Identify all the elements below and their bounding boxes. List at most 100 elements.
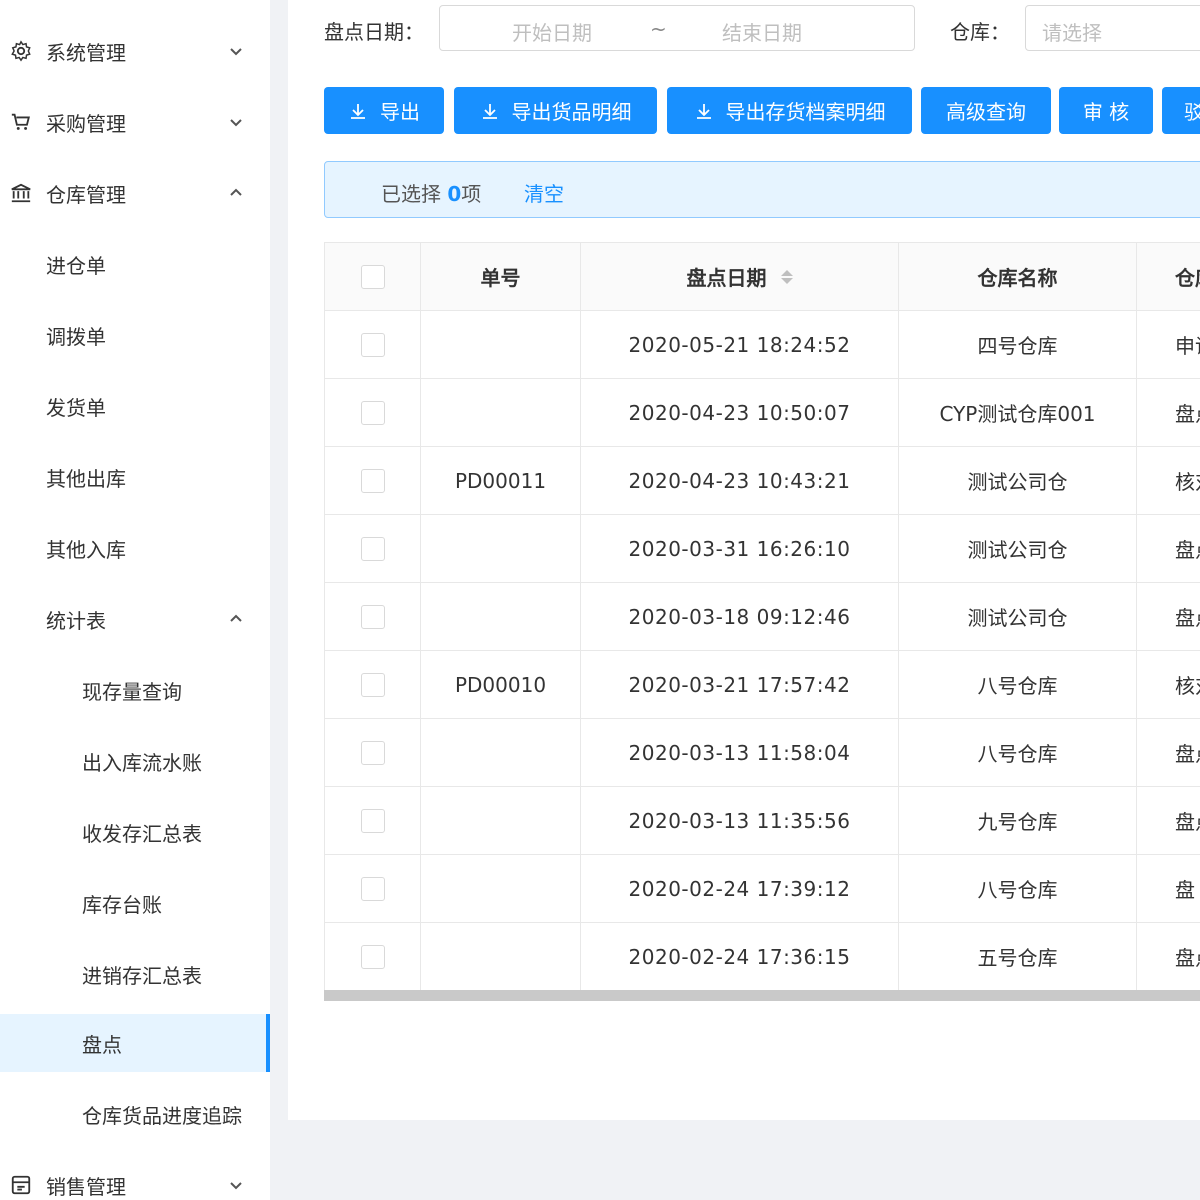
row-select-cell [325,583,421,650]
sidebar-item-inout-ledger[interactable]: 出入库流水账 [0,732,270,790]
warehouse-filter-label: 仓库： [950,20,1010,44]
row-checkbox[interactable] [360,332,385,357]
row-select-cell [325,379,421,446]
sidebar-item-label: 进销存汇总表 [82,963,202,988]
stocktake-date-cell: 2020-03-31 16:26:10 [581,515,899,582]
export-button[interactable]: 导出 [324,87,444,134]
select-all-checkbox[interactable] [360,264,385,289]
row-checkbox[interactable] [360,400,385,425]
row-checkbox[interactable] [360,536,385,561]
sidebar-item-other-inbound[interactable]: 其他入库 [0,519,270,577]
table-row[interactable]: 2020-03-13 11:58:04八号仓库 盘点 [325,719,1200,787]
selection-count: 0 [447,182,462,206]
sidebar-item-current-stock-query[interactable]: 现存量查询 [0,661,270,719]
sidebar-item-transfer-order[interactable]: 调拨单 [0,306,270,364]
row-select-cell [325,719,421,786]
row-select-cell [325,311,421,378]
warehouse-name-cell: 测试公司仓 [899,515,1137,582]
table-row[interactable]: PD000112020-04-23 10:43:21测试公司仓 核对 [325,447,1200,515]
sidebar-item-label: 仓库管理 [46,182,126,207]
advanced-query-button[interactable]: 高级查询 [921,87,1051,134]
table-row[interactable]: 2020-03-31 16:26:10测试公司仓 盘点 [325,515,1200,583]
layout-gutter [270,0,288,1200]
stocktake-date-cell: 2020-05-21 18:24:52 [581,311,899,378]
sidebar-item-inbound-order[interactable]: 进仓单 [0,235,270,293]
sidebar-item-label: 系统管理 [46,40,126,65]
chevron-down-icon [230,48,242,56]
row-select-cell [325,651,421,718]
sidebar-item-other-outbound[interactable]: 其他出库 [0,448,270,506]
order-no-cell [421,719,581,786]
order-no-cell [421,515,581,582]
warehouse-name-cell: 五号仓库 [899,923,1137,990]
export-goods-detail-label: 导出货品明细 [511,100,632,124]
sidebar-item-warehouse-goods-progress[interactable]: 仓库货品进度追踪 [0,1085,270,1143]
sidebar-item-label: 销售管理 [46,1174,126,1199]
stocktake-date-cell: 2020-04-23 10:43:21 [581,447,899,514]
sidebar-item-system-management[interactable]: 系统管理 [0,22,270,80]
row-checkbox[interactable] [360,672,385,697]
warehouse-extra-cell: 申请 [1175,334,1200,358]
horizontal-scrollbar[interactable] [324,990,1200,1001]
sidebar-item-label: 库存台账 [82,892,162,917]
order-no-cell [421,855,581,922]
row-checkbox[interactable] [360,876,385,901]
row-checkbox[interactable] [360,808,385,833]
sidebar-item-stocktake[interactable]: 盘点 [0,1014,270,1072]
table-row[interactable]: 2020-03-18 09:12:46测试公司仓 盘点 [325,583,1200,651]
warehouse-extra-cell: 核对 [1175,674,1200,698]
warehouse-select[interactable]: 请选择 [1025,5,1200,51]
export-goods-detail-button[interactable]: 导出货品明细 [454,87,657,134]
reject-label: 驳 [1184,100,1200,124]
row-select-cell [325,787,421,854]
table-row[interactable]: 2020-02-24 17:39:12 八号仓库 盘 [325,855,1200,923]
sidebar-item-label: 其他入库 [46,537,126,562]
sidebar-item-label: 发货单 [46,395,106,420]
date-filter-label: 盘点日期： [324,20,424,44]
sidebar: 系统管理 采购管理 仓库管理 进仓单 调拨单 发货单 其他出库 其他入库 统计表… [0,0,270,1200]
row-checkbox[interactable] [360,740,385,765]
column-header-warehouse-name: 仓库名称 [899,243,1137,310]
warehouse-extra-cell: 核对 [1175,470,1200,494]
row-checkbox[interactable] [360,944,385,969]
stocktake-table: 单号 盘点日期 仓库名称 仓库 2020-05-21 18:24:52四号仓库 申… [324,242,1200,991]
table-row[interactable]: 2020-05-21 18:24:52四号仓库 申请 [325,311,1200,379]
column-header-warehouse-extra: 仓库 [1175,266,1200,290]
table-row[interactable]: 2020-03-13 11:35:56九号仓库 盘点 [325,787,1200,855]
row-checkbox[interactable] [360,468,385,493]
stocktake-date-cell: 2020-03-21 17:57:42 [581,651,899,718]
reject-button[interactable]: 驳 [1162,87,1200,134]
select-all-cell [325,243,421,310]
sidebar-item-delivery-order[interactable]: 发货单 [0,377,270,435]
sidebar-item-sales-management[interactable]: 销售管理 [0,1156,270,1200]
sidebar-item-warehouse-management[interactable]: 仓库管理 [0,164,270,222]
sidebar-item-label: 出入库流水账 [82,750,202,775]
end-date-input[interactable]: 结束日期 [722,17,802,46]
table-row[interactable]: 2020-04-23 10:50:07CYP测试仓库001 盘点 [325,379,1200,447]
order-no-cell: PD00011 [421,447,581,514]
export-stock-archive-button[interactable]: 导出存货档案明细 [667,87,912,134]
start-date-input[interactable]: 开始日期 [512,17,592,46]
date-range-picker[interactable]: 开始日期 ~ 结束日期 [439,5,915,51]
sidebar-item-receive-send-summary[interactable]: 收发存汇总表 [0,803,270,861]
order-no-cell [421,787,581,854]
sidebar-item-statistics[interactable]: 统计表 [0,590,270,648]
column-header-stocktake-date[interactable]: 盘点日期 [581,243,899,310]
sidebar-item-purchase-sales-stock-summary[interactable]: 进销存汇总表 [0,945,270,1003]
sidebar-item-label: 现存量查询 [82,679,182,704]
clear-selection-link[interactable]: 清空 [524,178,564,207]
sidebar-item-stock-ledger[interactable]: 库存台账 [0,874,270,932]
sidebar-item-label: 调拨单 [46,324,106,349]
row-checkbox[interactable] [360,604,385,629]
sidebar-item-label: 采购管理 [46,111,126,136]
audit-button[interactable]: 审 核 [1059,87,1153,134]
sort-icon[interactable] [780,269,793,284]
bank-icon [10,182,32,204]
sidebar-item-purchase-management[interactable]: 采购管理 [0,93,270,151]
invoice-icon [10,1174,32,1196]
selection-prefix: 已选择 [381,182,441,206]
table-row[interactable]: 2020-02-24 17:36:15五号仓库 盘点 [325,923,1200,991]
sidebar-item-label: 收发存汇总表 [82,821,202,846]
table-row[interactable]: PD000102020-03-21 17:57:42八号仓库 核对 [325,651,1200,719]
order-no-cell [421,923,581,990]
